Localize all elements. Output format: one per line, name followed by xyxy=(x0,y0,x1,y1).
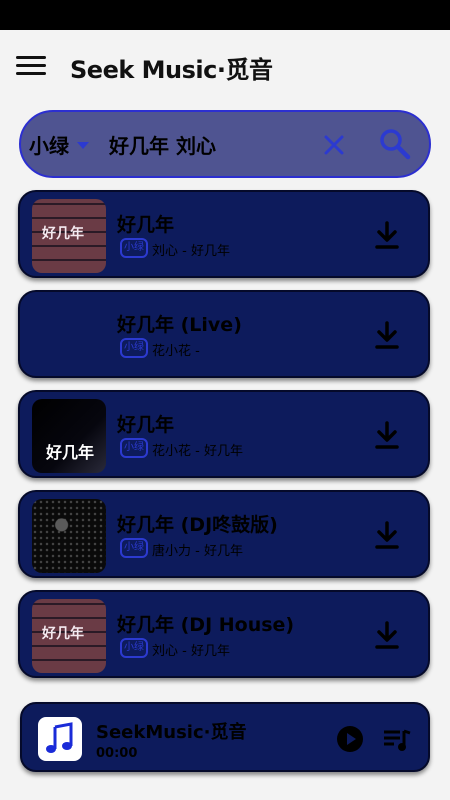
chevron-down-icon xyxy=(77,142,89,149)
song-title: 好几年 xyxy=(117,214,175,236)
search-bar: 小绿 xyxy=(19,110,431,178)
search-icon xyxy=(380,129,411,160)
song-title: 好几年 (DJ咚鼓版) xyxy=(117,514,278,536)
mini-player[interactable]: SeekMusic·觅音 00:00 xyxy=(20,702,430,772)
song-title: 好几年 xyxy=(117,414,175,436)
song-title: 好几年 (Live) xyxy=(117,314,242,336)
song-title: 好几年 (DJ House) xyxy=(117,614,295,636)
song-artist-album: 花小花 - 好几年 xyxy=(152,444,243,459)
song-artist-album: 刘心 - 好几年 xyxy=(152,244,230,259)
cover-text: 好几年 xyxy=(42,226,84,242)
app-bar: Seek Music·觅音 xyxy=(0,30,450,104)
play-button[interactable] xyxy=(336,725,364,753)
source-label: 小绿 xyxy=(29,134,69,158)
download-icon xyxy=(375,421,399,449)
play-icon xyxy=(337,726,363,752)
song-item[interactable]: 好几年 好几年 (DJ House) 小绿 刘心 - 好几年 xyxy=(18,590,430,678)
cover-text: 好几年 xyxy=(46,443,95,462)
song-artist-album: 唐小力 - 好几年 xyxy=(152,544,243,559)
download-button[interactable] xyxy=(372,320,402,352)
song-artist-album: 刘心 - 好几年 xyxy=(152,644,230,659)
search-button[interactable] xyxy=(377,126,413,162)
queue-button[interactable] xyxy=(382,727,412,753)
download-button[interactable] xyxy=(372,620,402,652)
song-item[interactable]: 好几年 (Live) 小绿 花小花 - xyxy=(18,290,430,378)
status-bar xyxy=(0,0,450,30)
player-time: 00:00 xyxy=(96,746,138,761)
clear-button[interactable] xyxy=(321,132,347,158)
cover-text: 好几年 xyxy=(42,626,84,642)
song-item[interactable]: 好几年 (DJ咚鼓版) 小绿 唐小力 - 好几年 xyxy=(18,490,430,578)
song-item[interactable]: 好几年 好几年 小绿 花小花 - 好几年 xyxy=(18,390,430,478)
app-title: Seek Music·觅音 xyxy=(70,56,273,84)
search-input[interactable] xyxy=(109,126,299,162)
album-cover: 好几年 xyxy=(32,599,106,673)
download-icon xyxy=(375,621,399,649)
download-button[interactable] xyxy=(372,520,402,552)
download-icon xyxy=(375,321,399,349)
download-icon xyxy=(375,221,399,249)
source-badge: 小绿 xyxy=(120,638,148,658)
song-artist-album: 花小花 - xyxy=(152,344,200,359)
player-artwork xyxy=(38,717,82,761)
album-cover xyxy=(32,299,106,373)
source-dropdown[interactable]: 小绿 xyxy=(29,130,89,159)
album-cover xyxy=(32,499,106,573)
download-icon xyxy=(375,521,399,549)
song-item[interactable]: 好几年 好几年 小绿 刘心 - 好几年 xyxy=(18,190,430,278)
album-cover: 好几年 xyxy=(32,399,106,473)
close-icon xyxy=(324,135,344,155)
download-button[interactable] xyxy=(372,220,402,252)
menu-icon[interactable] xyxy=(16,56,46,78)
album-cover: 好几年 xyxy=(32,199,106,273)
download-button[interactable] xyxy=(372,420,402,452)
source-badge: 小绿 xyxy=(120,438,148,458)
player-title: SeekMusic·觅音 xyxy=(96,722,247,743)
music-note-icon xyxy=(46,722,73,753)
song-list: 好几年 好几年 小绿 刘心 - 好几年 好几年 (Live) 小绿 花小花 - 好几年 好几年小… xyxy=(18,190,432,690)
source-badge: 小绿 xyxy=(120,238,148,258)
source-badge: 小绿 xyxy=(120,338,148,358)
queue-icon xyxy=(384,729,411,751)
source-badge: 小绿 xyxy=(120,538,148,558)
